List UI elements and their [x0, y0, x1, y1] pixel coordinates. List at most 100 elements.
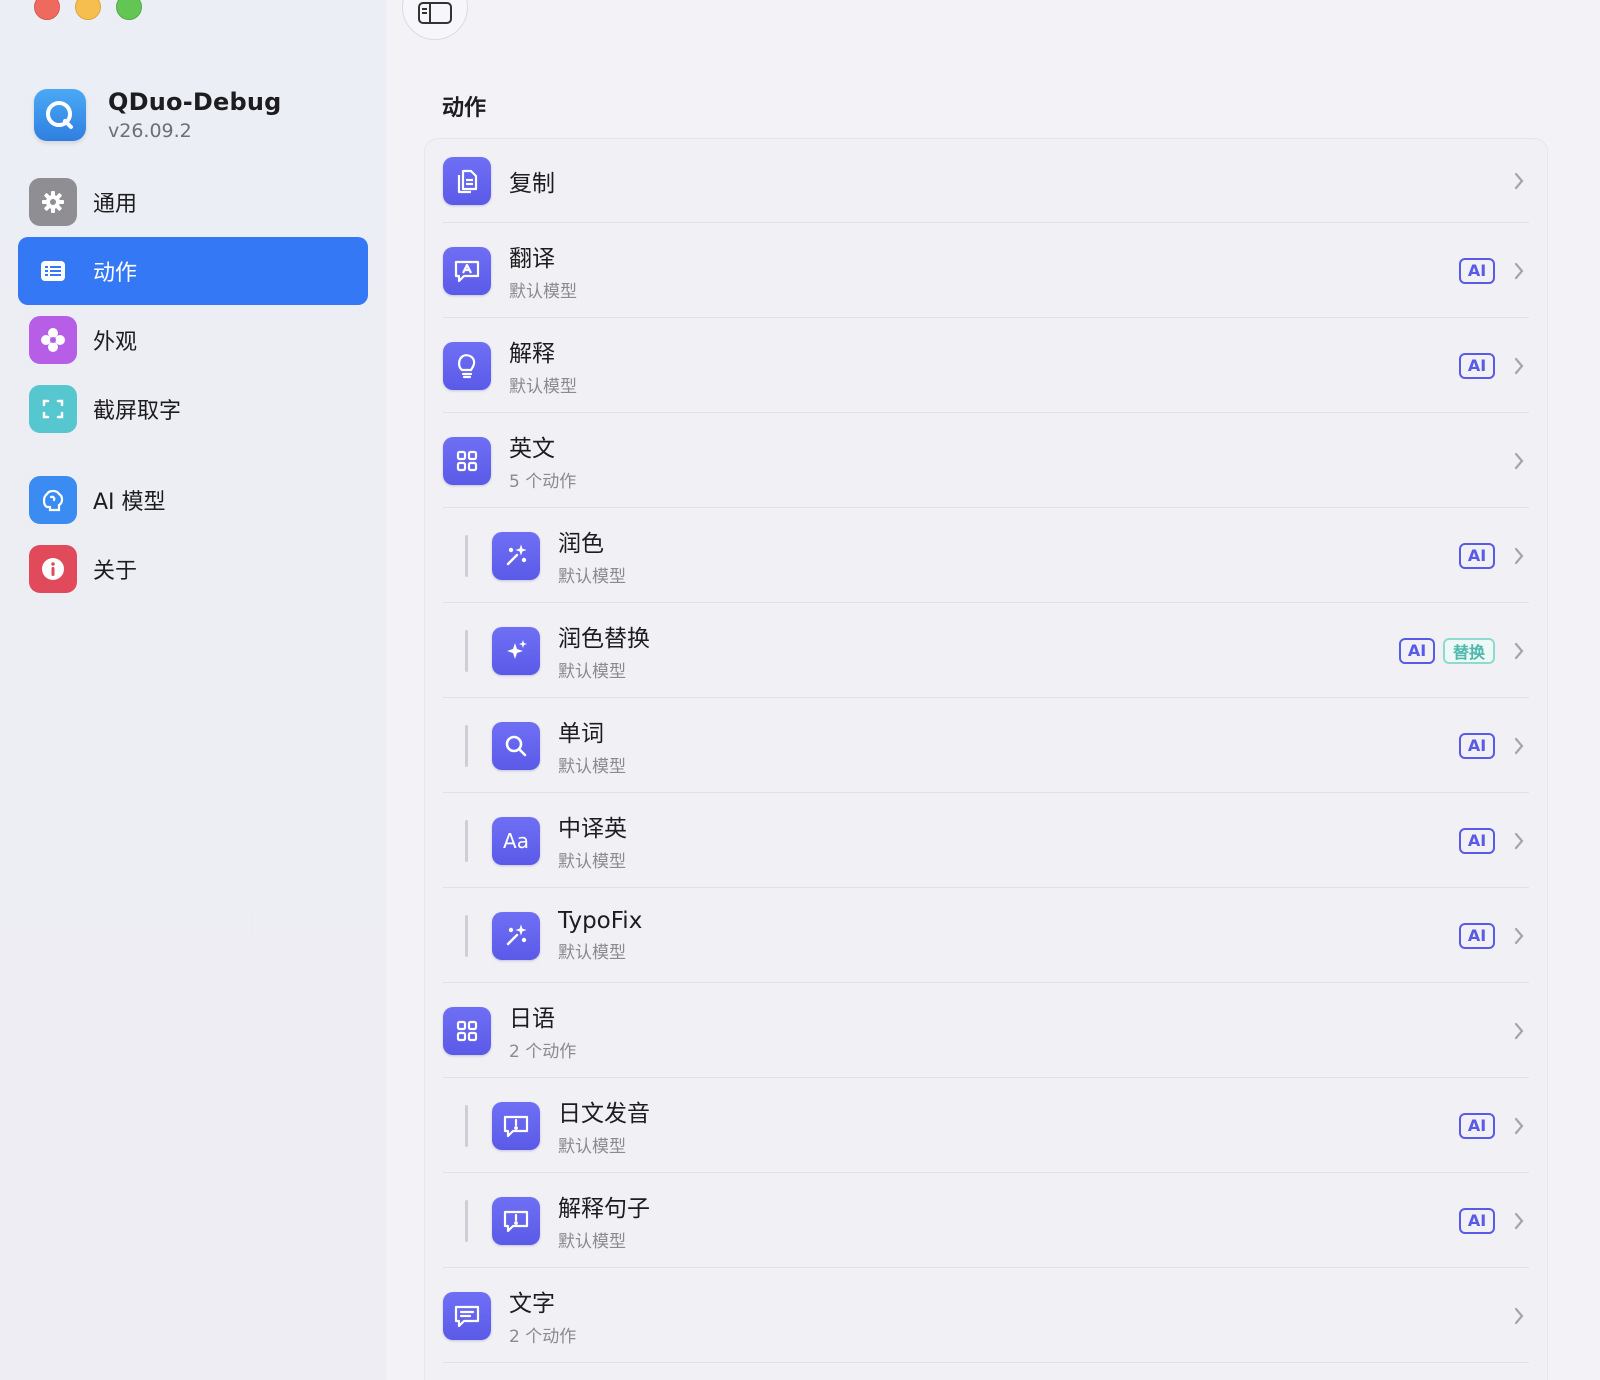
sidebar-item-label: AI 模型: [93, 490, 166, 515]
sidebar-item-label: 关于: [93, 559, 138, 584]
chevron-right-icon: [1507, 354, 1531, 378]
sidebar-item-label: 动作: [93, 261, 138, 286]
sidebar-nav: 通用 动作 外观 截屏取字 AI 模型 关于: [18, 168, 368, 604]
ai-badge: AI: [1459, 542, 1495, 569]
chevron-right-icon: [1507, 829, 1531, 853]
list-item-group[interactable]: 英文 5 个动作: [425, 413, 1547, 508]
list-item-subtitle: 默认模型: [509, 377, 577, 397]
sidebar-item-actions[interactable]: 动作: [18, 237, 368, 305]
chevron-right-icon: [1507, 259, 1531, 283]
sidebar-item-label: 截屏取字: [93, 399, 182, 424]
list-item[interactable]: Aa 中译英 默认模型 AI: [425, 793, 1547, 888]
list-item-title: 日文发音: [558, 1101, 650, 1127]
list-item[interactable]: 润色 默认模型 AI: [425, 508, 1547, 603]
list-item[interactable]: TypoFix 默认模型 AI: [425, 888, 1547, 983]
list-item-subtitle: 默认模型: [558, 1137, 626, 1157]
ai-badge: AI: [1459, 732, 1495, 759]
list-icon: [29, 247, 77, 295]
indent-bar: [465, 1104, 468, 1147]
sidebar-toggle-button[interactable]: [402, 0, 468, 40]
list-item[interactable]: 单词 默认模型 AI: [425, 698, 1547, 793]
ai-badge: AI: [1459, 1207, 1495, 1234]
chevron-right-icon: [1507, 169, 1531, 193]
sidebar-item-ai-models[interactable]: AI 模型: [18, 466, 368, 534]
ai-badge: AI: [1459, 1112, 1495, 1139]
list-item[interactable]: 翻译 默认模型 AI: [425, 223, 1547, 318]
chevron-right-icon: [1507, 1019, 1531, 1043]
ai-badge: AI: [1459, 922, 1495, 949]
info-icon: [29, 545, 77, 593]
list-item[interactable]: 复制: [425, 139, 1547, 223]
capture-icon: [29, 385, 77, 433]
indent-bar: [465, 629, 468, 672]
grid-icon: [443, 1006, 491, 1055]
flower-icon: [29, 316, 77, 364]
list-item-subtitle: 默认模型: [558, 662, 626, 682]
grid-icon: [443, 436, 491, 485]
list-item-subtitle: 2 个动作: [509, 1042, 577, 1062]
list-item-title: 日语: [509, 1006, 555, 1032]
translate-bubble-icon: [443, 246, 491, 295]
list-item[interactable]: 解释 默认模型 AI: [425, 318, 1547, 413]
ai-badge: AI: [1399, 637, 1435, 664]
sidebar-item-appearance[interactable]: 外观: [18, 306, 368, 374]
list-item-subtitle: 默认模型: [509, 282, 577, 302]
ai-badge: AI: [1459, 257, 1495, 284]
list-item[interactable]: 解释句子 默认模型 AI: [425, 1173, 1547, 1268]
chevron-right-icon: [1507, 1304, 1531, 1328]
list-item-title: 润色: [558, 531, 604, 557]
list-item-title: 单词: [558, 721, 604, 747]
indent-bar: [465, 534, 468, 577]
list-item-title: 复制: [509, 171, 555, 197]
magnifier-icon: [492, 721, 540, 770]
sidebar-item-general[interactable]: 通用: [18, 168, 368, 236]
close-window-button[interactable]: [34, 0, 60, 20]
chevron-right-icon: [1507, 1209, 1531, 1233]
indent-bar: [465, 1199, 468, 1242]
chevron-right-icon: [1507, 924, 1531, 948]
copy-icon: [443, 157, 491, 205]
page-title: 动作: [442, 96, 487, 121]
list-item-title: 英文: [509, 436, 555, 462]
list-item-title: 文字: [509, 1291, 555, 1317]
exclamation-bubble-icon: [492, 1196, 540, 1245]
sidebar-item-label: 通用: [93, 192, 138, 217]
list-item-subtitle: 默认模型: [558, 852, 626, 872]
list-item-title: 解释句子: [558, 1196, 650, 1222]
list-item-subtitle: 默认模型: [558, 757, 626, 777]
app-header: QDuo-Debug v26.09.2: [34, 88, 282, 142]
sidebar-item-label: 外观: [93, 330, 138, 355]
list-item-title: 润色替换: [558, 626, 650, 652]
list-item[interactable]: 日文发音 默认模型 AI: [425, 1078, 1547, 1173]
chevron-right-icon: [1507, 544, 1531, 568]
text-bubble-icon: [443, 1291, 491, 1340]
sparkles-icon: [492, 626, 540, 675]
minimize-window-button[interactable]: [75, 0, 101, 20]
list-item-group[interactable]: 日语 2 个动作: [425, 983, 1547, 1078]
replace-badge: 替换: [1443, 637, 1495, 664]
lightbulb-icon: [443, 341, 491, 390]
indent-bar: [465, 819, 468, 862]
sidebar-item-screen-capture[interactable]: 截屏取字: [18, 375, 368, 443]
list-item-title: TypoFix: [558, 908, 643, 934]
indent-bar: [465, 914, 468, 957]
chevron-right-icon: [1507, 1114, 1531, 1138]
ai-badge: AI: [1459, 827, 1495, 854]
sidebar-toggle-icon: [418, 2, 452, 24]
magic-wand-icon: [492, 531, 540, 580]
list-item-group[interactable]: 文字 2 个动作: [425, 1268, 1547, 1363]
app-name: QDuo-Debug: [108, 88, 282, 116]
list-item-subtitle: 默认模型: [558, 567, 626, 587]
list-item-title: 翻译: [509, 246, 555, 272]
zoom-window-button[interactable]: [116, 0, 142, 20]
list-item[interactable]: 润色替换 默认模型 AI 替换: [425, 603, 1547, 698]
app-logo-icon: [34, 89, 86, 141]
list-item-subtitle: 默认模型: [558, 1232, 626, 1252]
chevron-right-icon: [1507, 639, 1531, 663]
sidebar-item-about[interactable]: 关于: [18, 535, 368, 603]
window-controls: [34, 0, 142, 20]
sidebar: QDuo-Debug v26.09.2 通用 动作 外观 截屏取字 AI 模型 …: [0, 0, 386, 1380]
app-version: v26.09.2: [108, 120, 192, 142]
gear-icon: [29, 178, 77, 226]
list-item-subtitle: 默认模型: [558, 943, 626, 963]
